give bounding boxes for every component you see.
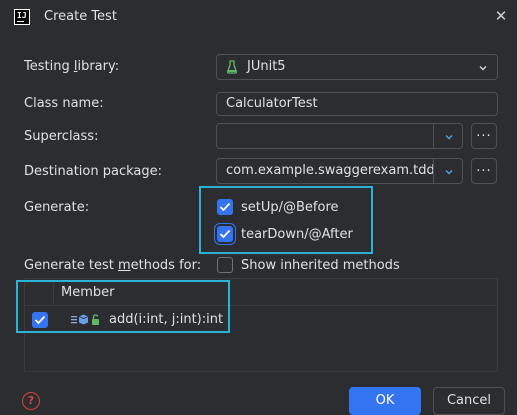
superclass-combo[interactable] — [216, 123, 463, 149]
setup-label: setUp/@Before — [241, 200, 339, 215]
setup-checkbox[interactable] — [217, 199, 233, 215]
intellij-app-icon: IJ — [14, 9, 30, 25]
testing-library-value: JUnit5 — [247, 59, 286, 74]
member-row-highlight — [16, 280, 230, 333]
generate-methods-label: Generate test methods for: — [24, 258, 202, 273]
dialog-title: Create Test — [44, 9, 117, 24]
destination-package-combo[interactable]: com.example.swaggerexam.tdd — [216, 158, 463, 184]
class-name-label: Class name: — [24, 96, 104, 111]
close-icon[interactable]: ✕ — [493, 8, 509, 24]
superclass-label: Superclass: — [24, 129, 99, 144]
destination-package-browse-button[interactable]: ... — [471, 158, 497, 184]
class-name-input[interactable]: CalculatorTest — [216, 92, 498, 116]
testing-library-dropdown[interactable]: JUnit5 — [216, 54, 498, 80]
ok-button[interactable]: OK — [349, 387, 421, 415]
superclass-browse-button[interactable]: ... — [471, 123, 497, 149]
junit-flask-icon — [226, 60, 238, 74]
chevron-down-icon — [478, 63, 488, 73]
title-bar: IJ Create Test ✕ — [0, 0, 517, 34]
cancel-button[interactable]: Cancel — [433, 387, 505, 415]
generate-options-highlight — [199, 186, 373, 254]
generate-label: Generate: — [24, 200, 90, 215]
show-inherited-checkbox[interactable] — [217, 257, 233, 273]
chevron-down-icon[interactable] — [444, 167, 454, 177]
chevron-down-icon[interactable] — [444, 132, 454, 142]
teardown-checkbox[interactable] — [217, 226, 233, 242]
testing-library-label: Testing library: — [24, 59, 120, 74]
destination-package-label: Destination package: — [24, 164, 162, 179]
teardown-label: tearDown/@After — [241, 227, 353, 242]
show-inherited-label: Show inherited methods — [241, 258, 400, 273]
help-icon[interactable]: ? — [22, 392, 40, 410]
